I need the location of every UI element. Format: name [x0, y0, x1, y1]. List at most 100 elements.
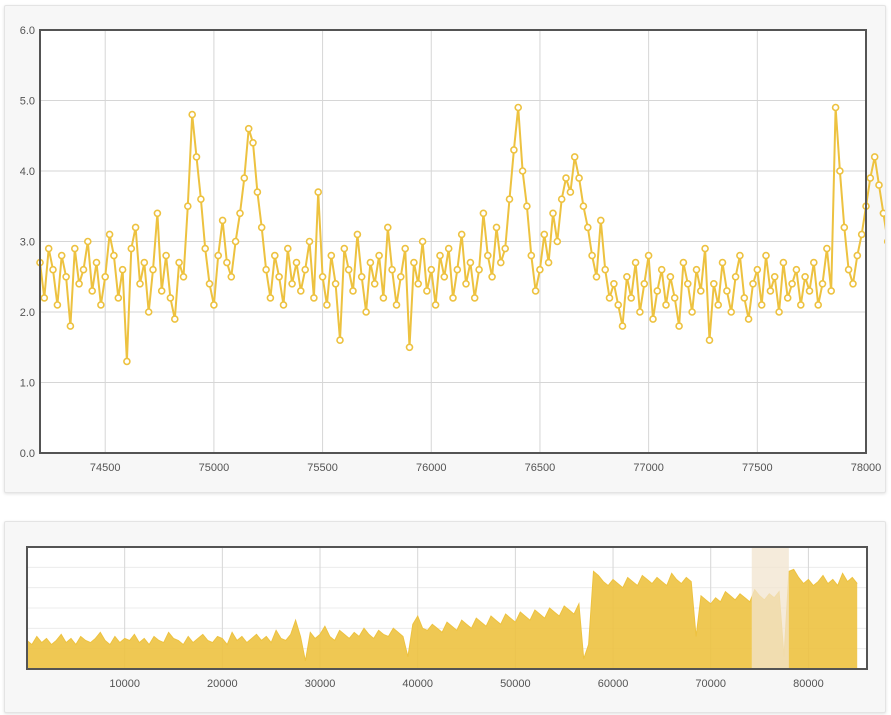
data-point [575, 174, 583, 182]
data-point [327, 251, 336, 260]
data-point [601, 265, 610, 274]
data-point [118, 265, 127, 274]
data-point [244, 124, 253, 133]
overview-chart-panel: 10000 20000 30000 40000 50000 60000 70000 80000 [4, 521, 886, 713]
x-tick-label: 60000 [598, 678, 629, 690]
x-tick-label: 20000 [207, 678, 238, 690]
data-point [488, 272, 496, 281]
data-point [723, 287, 731, 295]
data-point [375, 251, 383, 260]
data-point [192, 153, 201, 161]
data-point [53, 301, 62, 309]
data-point [66, 322, 75, 330]
data-point [440, 272, 449, 281]
data-point [623, 272, 631, 281]
selection-range[interactable] [751, 547, 789, 669]
data-point [44, 244, 53, 253]
data-point [527, 251, 536, 260]
data-point [275, 272, 283, 281]
main-chart[interactable]: 0.0 1.0 2.0 3.0 4.0 5.0 6.0 74500 75000 75500 7600… [5, 6, 885, 492]
data-point [340, 244, 349, 253]
data-point [188, 110, 196, 119]
data-point [605, 294, 614, 302]
data-point [570, 153, 579, 161]
data-point [466, 258, 475, 267]
data-point [479, 209, 488, 218]
data-point [688, 308, 696, 316]
data-point [731, 272, 740, 281]
data-point [566, 188, 575, 196]
x-tick-label: 30000 [305, 678, 336, 690]
data-point [92, 258, 101, 267]
data-point [383, 223, 392, 232]
data-point [444, 244, 453, 253]
data-point [401, 244, 410, 253]
data-point [644, 251, 653, 260]
data-point [879, 209, 885, 218]
data-point [323, 301, 331, 309]
overview-chart[interactable]: 10000 20000 30000 40000 50000 60000 70000 80000 [5, 522, 885, 712]
x-tick-label: 74500 [90, 462, 121, 474]
data-point [262, 265, 270, 274]
data-point [49, 265, 57, 274]
data-point [449, 294, 457, 302]
data-point [562, 174, 570, 182]
x-tick-label: 70000 [695, 678, 726, 690]
data-point [197, 195, 205, 203]
data-point [366, 258, 375, 267]
data-point [392, 301, 401, 309]
x-tick-label: 77500 [742, 462, 773, 474]
data-point [631, 258, 640, 267]
data-point [349, 287, 357, 295]
data-point [662, 301, 670, 309]
data-point [818, 279, 827, 288]
data-point [140, 258, 149, 267]
data-point [97, 301, 105, 309]
x-tick-label: 77000 [633, 462, 664, 474]
data-point [257, 223, 266, 232]
data-point [457, 230, 466, 239]
data-point [84, 237, 92, 246]
data-point [840, 223, 849, 232]
data-point [627, 294, 636, 302]
data-point [436, 251, 444, 260]
data-point [405, 343, 414, 352]
data-point [462, 279, 470, 288]
data-point [849, 279, 857, 288]
data-point [88, 287, 96, 295]
data-point [127, 244, 136, 253]
data-point [279, 301, 288, 309]
data-point [749, 279, 757, 288]
data-point [79, 265, 88, 274]
data-point [105, 230, 114, 239]
data-point [162, 251, 170, 260]
data-point [40, 294, 49, 302]
data-point [518, 167, 527, 175]
data-point [523, 202, 531, 210]
data-point [775, 308, 783, 316]
data-point [501, 244, 510, 253]
data-point [344, 265, 353, 274]
data-point [657, 265, 666, 274]
data-point [453, 265, 462, 274]
x-tick-label: 76000 [416, 462, 447, 474]
data-point [618, 322, 627, 330]
data-point [809, 258, 818, 267]
data-point [783, 294, 792, 302]
data-point [136, 279, 144, 288]
data-point [549, 209, 557, 218]
data-point [249, 139, 257, 147]
data-point [179, 272, 188, 281]
data-point [770, 272, 779, 281]
data-point [805, 287, 814, 295]
data-point [709, 279, 718, 288]
data-point [705, 336, 714, 345]
data-point [583, 223, 592, 232]
data-point [331, 279, 340, 288]
data-point [536, 265, 544, 274]
x-tick-label: 10000 [109, 678, 140, 690]
data-point [431, 301, 440, 309]
data-point [414, 279, 423, 288]
data-point [483, 251, 492, 260]
y-tick-label: 3.0 [20, 237, 35, 249]
